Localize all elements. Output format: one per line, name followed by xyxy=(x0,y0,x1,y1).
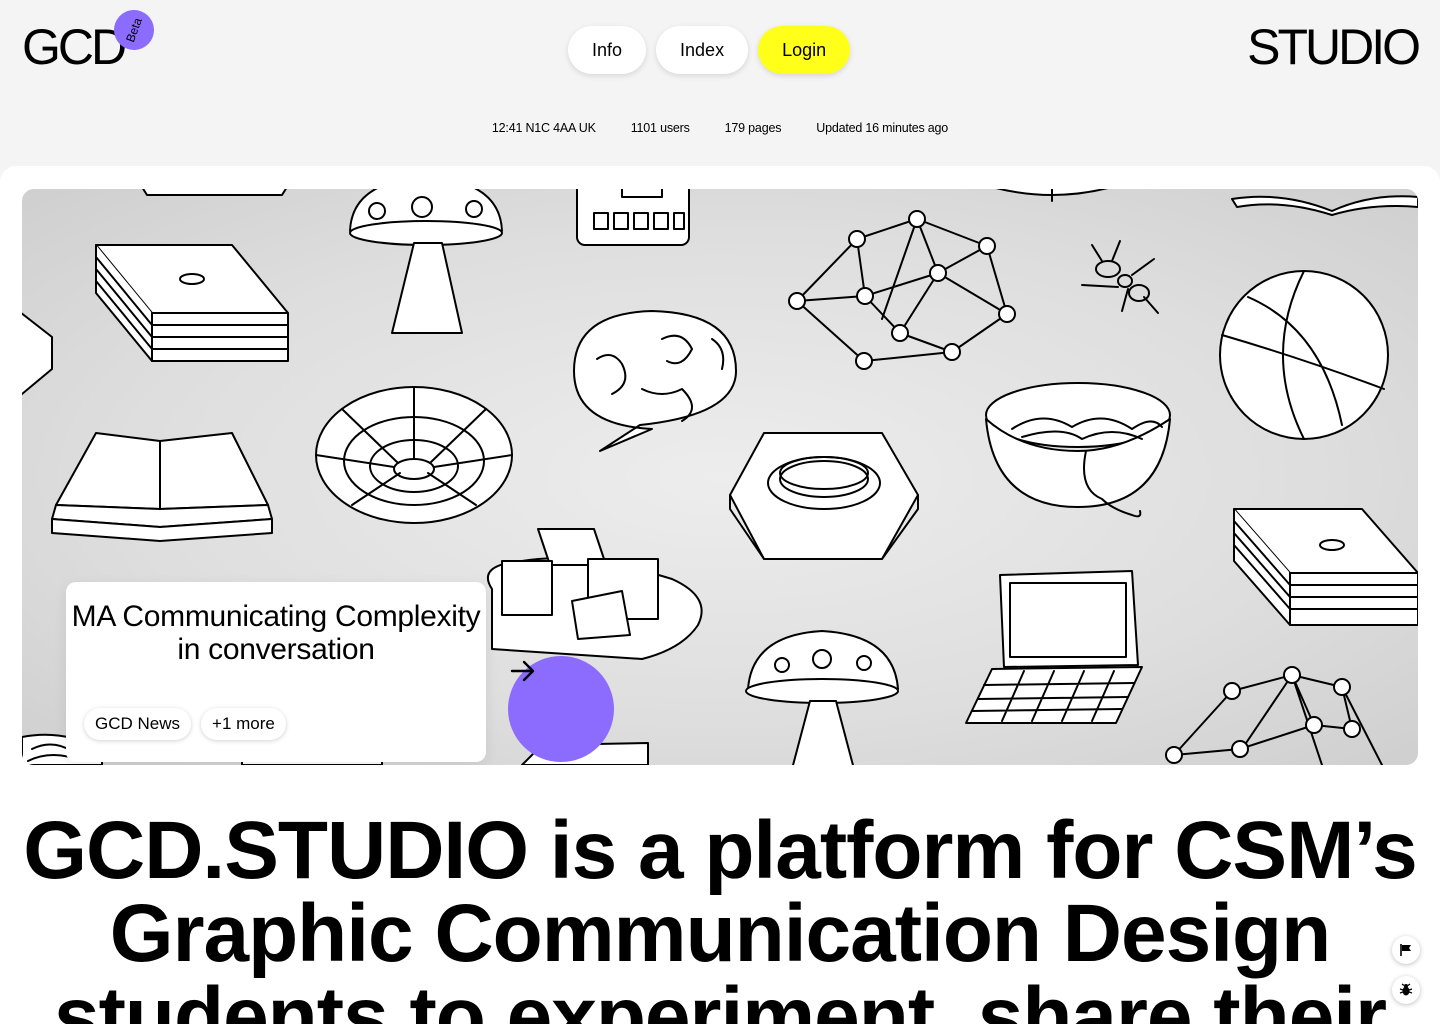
info-button[interactable]: Info xyxy=(568,26,647,74)
arrow-right-icon xyxy=(510,660,535,682)
platform-description: GCD.STUDIO is a platform for CSM’s Graph… xyxy=(23,805,1418,1024)
main-nav: Info Index Login xyxy=(568,26,851,74)
tag-gcd-news[interactable]: GCD News xyxy=(84,708,192,740)
main-content: MA Communicating Complexity in conversat… xyxy=(0,166,1440,1024)
site-header: GCD Beta Info Index Login STUDIO 12:41 N… xyxy=(0,0,1440,166)
featured-post-card[interactable]: MA Communicating Complexity in conversat… xyxy=(66,582,486,762)
flag-icon[interactable] xyxy=(1392,936,1420,964)
tag-more[interactable]: +1 more xyxy=(201,708,286,740)
post-tags: GCD News +1 more xyxy=(84,708,286,740)
user-count: 1101 users xyxy=(630,121,690,135)
login-button[interactable]: Login xyxy=(758,26,851,74)
studio-wordmark[interactable]: STUDIO xyxy=(1247,22,1421,72)
location-time: 12:41 N1C 4AA UK xyxy=(491,121,596,135)
page-count: 179 pages xyxy=(724,121,782,135)
next-post-button[interactable] xyxy=(508,656,614,762)
bug-icon[interactable] xyxy=(1392,976,1420,1004)
gcd-logo[interactable]: GCD xyxy=(22,22,127,72)
site-stats: 12:41 N1C 4AA UK 1101 users 179 pages Up… xyxy=(0,121,1440,135)
last-updated: Updated 16 minutes ago xyxy=(816,121,949,135)
hero-banner[interactable]: MA Communicating Complexity in conversat… xyxy=(22,189,1418,765)
index-button[interactable]: Index xyxy=(656,26,749,74)
featured-post-title[interactable]: MA Communicating Complexity in conversat… xyxy=(66,600,486,666)
